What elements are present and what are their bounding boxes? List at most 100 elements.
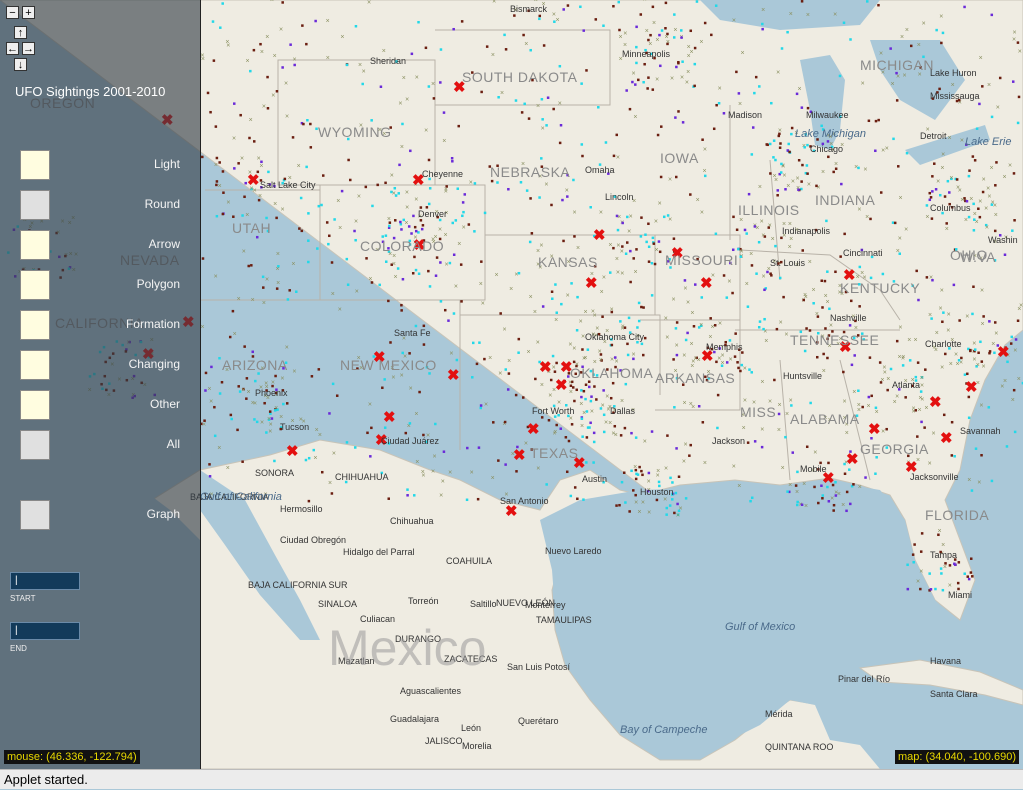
sighting-dot	[769, 172, 772, 175]
sighting-dot	[820, 124, 823, 128]
sighting-dot	[924, 368, 927, 371]
sighting-marker[interactable]: ✖	[965, 379, 978, 396]
sighting-marker[interactable]: ✖	[868, 421, 881, 438]
sighting-dot	[475, 362, 479, 366]
sighting-dot	[858, 265, 862, 269]
zoom-in-button[interactable]: +	[22, 6, 35, 19]
sighting-dot	[817, 501, 820, 505]
sighting-dot	[305, 42, 308, 46]
sighting-x: ×	[948, 135, 952, 142]
sighting-dot	[673, 406, 676, 409]
sighting-x: ×	[925, 214, 929, 221]
sighting-x: ×	[860, 270, 864, 277]
end-date-input[interactable]: |	[10, 622, 80, 640]
pan-left-button[interactable]: ←	[6, 42, 19, 55]
sighting-marker[interactable]: ✖	[585, 275, 598, 292]
sighting-dot	[665, 506, 669, 510]
sighting-dot	[445, 185, 448, 188]
sighting-marker[interactable]: ✖	[527, 421, 540, 438]
category-toggle-changing[interactable]	[20, 350, 50, 380]
category-toggle-round[interactable]	[20, 190, 50, 220]
sighting-dot	[950, 454, 954, 457]
sighting-dot	[925, 276, 929, 279]
sighting-dot	[647, 471, 651, 475]
category-toggle-arrow[interactable]	[20, 230, 50, 260]
sighting-dot	[647, 260, 651, 263]
sighting-dot	[467, 223, 471, 226]
sighting-x: ×	[481, 300, 485, 307]
control-panel: − + ↑ ← → ↓ UFO Sightings 2001-2010 Ligh…	[0, 0, 201, 769]
sighting-dot	[995, 161, 998, 164]
sighting-x: ×	[922, 21, 926, 28]
sighting-marker[interactable]: ✖	[286, 443, 299, 460]
sighting-x: ×	[875, 409, 879, 416]
sighting-x: ×	[727, 278, 731, 285]
sighting-x: ×	[761, 273, 765, 280]
region-label: CHIHUAHUA	[335, 472, 389, 482]
sighting-x: ×	[700, 209, 704, 216]
sighting-marker[interactable]: ✖	[539, 359, 552, 376]
sighting-marker[interactable]: ✖	[940, 430, 953, 447]
sighting-marker[interactable]: ✖	[997, 344, 1010, 361]
sighting-marker[interactable]: ✖	[383, 409, 396, 426]
category-toggle-polygon[interactable]	[20, 270, 50, 300]
sighting-dot	[504, 368, 508, 371]
sighting-x: ×	[919, 568, 923, 575]
sighting-dot	[967, 174, 971, 178]
sighting-dot	[919, 587, 922, 591]
sighting-x: ×	[233, 331, 237, 338]
sighting-marker[interactable]: ✖	[555, 377, 568, 394]
sighting-dot	[214, 125, 218, 128]
sighting-x: ×	[1003, 378, 1007, 385]
city-label: Torreón	[408, 596, 439, 606]
sighting-x: ×	[647, 510, 651, 517]
sighting-dot	[450, 156, 454, 160]
start-date-input[interactable]: |	[10, 572, 80, 590]
sighting-dot	[402, 218, 406, 222]
pan-up-button[interactable]: ↑	[14, 26, 27, 39]
pan-right-button[interactable]: →	[22, 42, 35, 55]
zoom-out-button[interactable]: −	[6, 6, 19, 19]
sighting-dot	[631, 80, 634, 84]
category-toggle-other[interactable]	[20, 390, 50, 420]
sighting-dot	[842, 21, 846, 25]
category-label-polygon: Polygon	[136, 277, 180, 291]
sighting-dot	[551, 297, 554, 300]
sighting-dot	[675, 321, 679, 324]
sighting-dot	[739, 369, 742, 373]
sighting-x: ×	[400, 144, 404, 151]
sighting-marker[interactable]: ✖	[929, 394, 942, 411]
sighting-x: ×	[258, 193, 262, 200]
sighting-dot	[646, 87, 649, 90]
sighting-dot	[640, 469, 643, 473]
sighting-dot	[420, 227, 424, 231]
pan-down-button[interactable]: ↓	[14, 58, 27, 71]
sighting-x: ×	[881, 428, 885, 435]
state-label: MISSOURI	[665, 252, 738, 268]
sighting-marker[interactable]: ✖	[513, 447, 526, 464]
sighting-dot	[895, 99, 899, 102]
sighting-x: ×	[854, 325, 858, 332]
sighting-x: ×	[1003, 174, 1007, 181]
sighting-marker[interactable]: ✖	[700, 275, 713, 292]
sighting-x: ×	[402, 75, 406, 82]
sighting-marker[interactable]: ✖	[447, 367, 460, 384]
sighting-marker[interactable]: ✖	[846, 451, 859, 468]
sighting-marker[interactable]: ✖	[593, 227, 606, 244]
sighting-dot	[331, 382, 335, 386]
category-toggle-formation[interactable]	[20, 310, 50, 340]
sighting-marker[interactable]: ✖	[247, 172, 260, 189]
sighting-dot	[538, 17, 541, 21]
sighting-dot	[978, 102, 981, 106]
sighting-x: ×	[1011, 397, 1015, 404]
sighting-dot	[250, 264, 253, 267]
category-toggle-all[interactable]	[20, 430, 50, 460]
category-toggle-light[interactable]	[20, 150, 50, 180]
sighting-dot	[419, 219, 423, 222]
city-label: Saltillo	[470, 599, 497, 609]
sighting-dot	[849, 38, 852, 41]
sighting-dot	[540, 157, 543, 160]
sighting-dot	[683, 279, 687, 282]
graph-toggle[interactable]	[20, 500, 50, 530]
sighting-dot	[671, 481, 674, 484]
